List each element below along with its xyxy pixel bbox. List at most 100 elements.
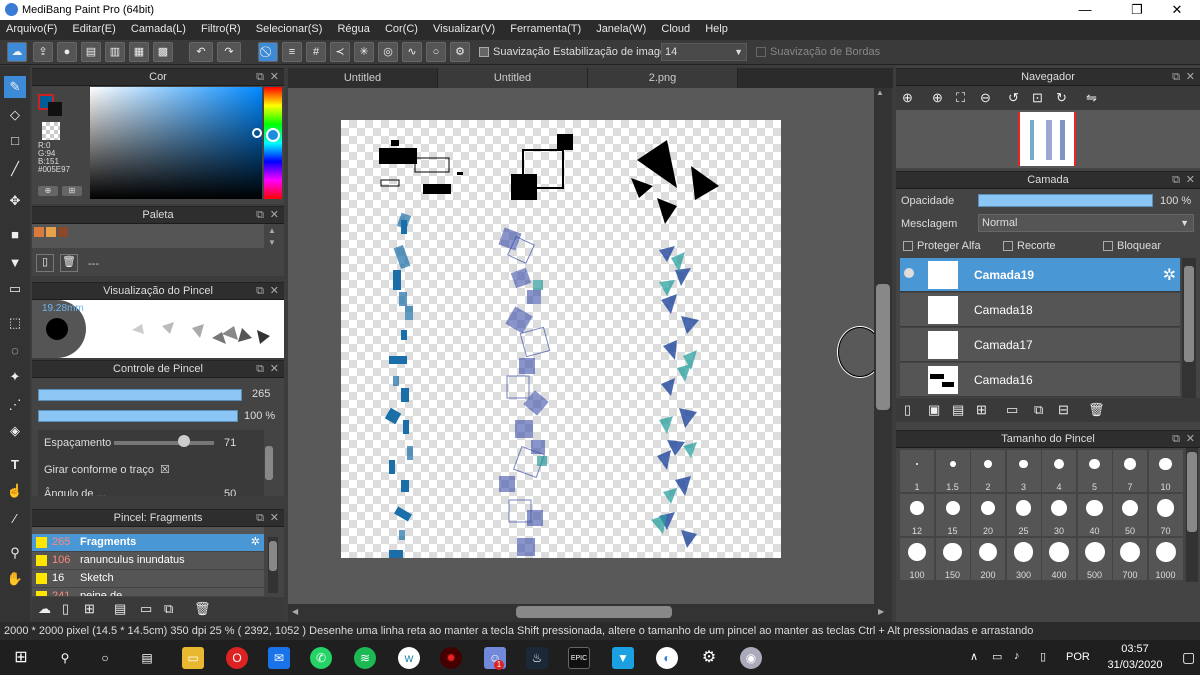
rotate-left-icon[interactable]: ↺ (1008, 90, 1019, 106)
pages-icon[interactable]: ▦ (129, 42, 149, 62)
ellipse-snap-icon[interactable]: ○ (426, 42, 446, 62)
app-icon[interactable]: ✹ (440, 647, 462, 669)
brush-size-option[interactable]: 30 (1042, 494, 1076, 536)
settings-snap-icon[interactable]: ⚙ (450, 42, 470, 62)
task-view-icon[interactable]: ▤ (136, 647, 158, 669)
rotate-right-icon[interactable]: ↻ (1056, 90, 1067, 106)
clock-time[interactable]: 03:57 (1110, 643, 1160, 655)
brush-list-scrollbar[interactable] (268, 537, 278, 593)
zoom-in-icon[interactable]: ⊕ (902, 90, 913, 106)
palette-add-icon[interactable]: ⊞ (62, 186, 82, 196)
list-item[interactable]: 16 Sketch (32, 570, 264, 587)
duplicate-layer-icon[interactable]: ⧉ (1034, 402, 1043, 418)
zoom-in-2-icon[interactable]: ⊕ (932, 90, 943, 106)
search-icon[interactable]: ⚲ (54, 647, 76, 669)
move-tool-icon[interactable]: ✥ (4, 190, 26, 212)
brush-settings-icon[interactable]: ▤ (114, 601, 126, 617)
menu-visualizar[interactable]: Visualizar(V) (427, 20, 501, 35)
popout-icon[interactable]: ⧉ (256, 283, 264, 300)
close-icon[interactable]: ✕ (270, 510, 279, 527)
fit-screen-icon[interactable]: ⛶ (956, 90, 965, 106)
layer-opacity-slider[interactable] (978, 194, 1153, 207)
folder-icon[interactable]: ▭ (1006, 402, 1018, 418)
folder-icon[interactable]: ▭ (140, 601, 152, 617)
brush-size-option[interactable]: 15 (935, 494, 970, 536)
tab-untitled-1[interactable]: Untitled (288, 68, 438, 88)
scroll-left-icon[interactable]: ◀ (292, 607, 298, 616)
file-explorer-icon[interactable]: ▭ (182, 647, 204, 669)
windows-start-icon[interactable]: ⊞ (10, 647, 32, 669)
page-icon[interactable]: ▥ (105, 42, 125, 62)
brush-size-option[interactable]: 25 (1006, 494, 1041, 536)
duplicate-icon[interactable]: ⧉ (164, 601, 173, 617)
lasso-tool-icon[interactable]: ◌ (4, 340, 26, 362)
color-picker-cursor[interactable] (252, 128, 262, 138)
drawing-canvas[interactable] (341, 120, 781, 558)
scroll-up-icon[interactable]: ▲ (268, 226, 276, 235)
rotate-checkbox[interactable]: ☒ (160, 463, 170, 476)
text-tool-icon[interactable]: T (4, 454, 26, 476)
select-pen-tool-icon[interactable]: ⋰ (4, 394, 26, 416)
popout-icon[interactable]: ⧉ (1172, 69, 1180, 86)
volume-icon[interactable]: ♪ (1014, 650, 1020, 662)
rect-select-tool-icon[interactable]: ⬚ (4, 312, 26, 334)
brush-size-option[interactable]: 50 (1113, 494, 1147, 536)
cloud-brush-icon[interactable]: ☁ (38, 601, 51, 617)
dot-tool-icon[interactable]: □ (4, 130, 26, 152)
layer-row-camada19[interactable]: Camada19 ✲ (900, 258, 1180, 292)
cortana-icon[interactable]: ○ (94, 647, 116, 669)
rect-fill-tool-icon[interactable]: ■ (4, 224, 26, 246)
menu-help[interactable]: Help (699, 20, 734, 35)
color-saturation-field[interactable] (90, 87, 262, 199)
whatsapp-icon[interactable]: ✆ (310, 647, 332, 669)
circle-snap-icon[interactable]: ◎ (378, 42, 398, 62)
list-item[interactable]: 265 Fragments ✲ (32, 534, 264, 551)
layer-row-camada16[interactable]: Camada16 (900, 363, 1180, 397)
settings-gear-icon[interactable]: ⚙ (698, 647, 720, 669)
add-layer-menu-icon[interactable]: ⊞ (976, 402, 987, 418)
protect-alpha-checkbox[interactable]: Proteger Alfa (903, 240, 981, 252)
palette-swatch[interactable] (34, 227, 44, 237)
blend-mode-select[interactable]: Normal ▼ (978, 214, 1194, 232)
zoom-out-icon[interactable]: ⊖ (980, 90, 991, 106)
parallel-snap-icon[interactable]: ≡ (282, 42, 302, 62)
brush-size-option[interactable]: 5 (1077, 450, 1112, 492)
list-item[interactable]: 106 ranunculus inundatus (32, 552, 264, 569)
comment-icon[interactable]: ▤ (81, 42, 101, 62)
horizontal-scroll-thumb[interactable] (516, 606, 672, 618)
popout-icon[interactable]: ⧉ (256, 510, 264, 527)
tab-2-png[interactable]: 2.png (588, 68, 738, 88)
battery-icon[interactable]: ▯ (1040, 650, 1046, 663)
notifications-icon[interactable]: ▢ (1182, 649, 1195, 666)
hue-slider-handle[interactable] (266, 128, 280, 142)
hue-slider[interactable] (264, 87, 282, 199)
brush-size-option[interactable]: 150 (935, 538, 970, 580)
brush-size-slider[interactable] (38, 389, 242, 401)
brush-size-option[interactable]: 200 (971, 538, 1005, 580)
brush-size-option[interactable]: 2 (971, 450, 1005, 492)
magic-wand-tool-icon[interactable]: ✦ (4, 366, 26, 388)
trash-icon[interactable]: 🗑 (1088, 402, 1105, 418)
medibang-icon[interactable]: ◐ (656, 647, 678, 669)
epic-games-icon[interactable]: EPIC (568, 647, 590, 669)
brush-size-option[interactable]: 4 (1042, 450, 1076, 492)
menu-selecionar[interactable]: Selecionar(S) (250, 20, 329, 35)
list-item[interactable]: 241 peine de ... (32, 588, 264, 596)
brush-size-option[interactable]: 100 (900, 538, 934, 580)
menu-cor[interactable]: Cor(C) (379, 20, 424, 35)
close-icon[interactable]: ✕ (1186, 69, 1195, 86)
flip-icon[interactable]: ⇋ (1086, 90, 1097, 106)
scroll-up-icon[interactable]: ▲ (876, 88, 884, 97)
menu-cloud[interactable]: Cloud (655, 20, 696, 35)
close-icon[interactable]: ✕ (1186, 431, 1195, 448)
wattpad-icon[interactable]: w (398, 647, 420, 669)
brush-size-option[interactable]: 3 (1006, 450, 1041, 492)
brush-size-option[interactable]: 40 (1077, 494, 1112, 536)
options-scrollbar[interactable] (264, 430, 274, 496)
smoothing-checkbox[interactable]: Suavização (479, 46, 550, 58)
menu-editar[interactable]: Editar(E) (66, 20, 121, 35)
horizontal-scrollbar[interactable]: ◀ ▶ (288, 604, 892, 622)
minimize-button[interactable]: — (1062, 0, 1108, 20)
lock-checkbox[interactable]: Bloquear (1103, 240, 1161, 252)
redo-icon[interactable]: ↷ (217, 42, 241, 62)
